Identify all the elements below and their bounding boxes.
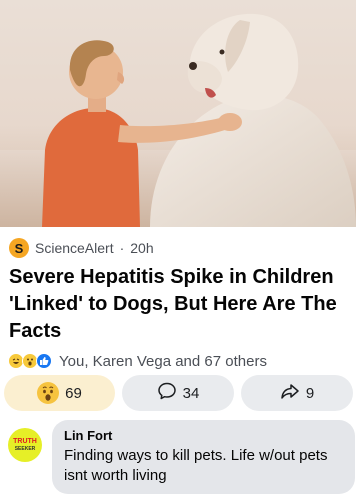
share-button[interactable]: 9 xyxy=(241,375,353,411)
avatar[interactable]: TRUTH SEEKER xyxy=(8,428,42,462)
like-thumb-icon xyxy=(36,353,52,369)
separator-dot: · xyxy=(119,240,125,256)
post-source[interactable]: S ScienceAlert · 20h xyxy=(9,238,154,258)
reaction-icons xyxy=(8,353,52,369)
avatar-line1: TRUTH xyxy=(13,438,37,445)
post-time[interactable]: 20h xyxy=(130,240,153,256)
comment-author[interactable]: Lin Fort xyxy=(64,428,343,444)
comment: TRUTH SEEKER Lin Fort Finding ways to ki… xyxy=(0,416,356,500)
source-logo-letter: S xyxy=(14,240,24,256)
react-count: 69 xyxy=(65,384,82,402)
post-headline[interactable]: Severe Hepatitis Spike in Children 'Link… xyxy=(9,264,353,345)
share-count: 9 xyxy=(305,384,315,402)
wow-emoji-icon xyxy=(37,382,60,404)
comment-bubble-icon xyxy=(157,381,177,405)
post-image[interactable] xyxy=(0,0,356,227)
source-name[interactable]: ScienceAlert xyxy=(35,240,114,256)
share-arrow-icon xyxy=(280,381,300,405)
comment-count: 34 xyxy=(182,384,200,402)
comment-text: Finding ways to kill pets. Life w/out pe… xyxy=(64,447,328,484)
comment-bubble[interactable]: Lin Fort Finding ways to kill pets. Life… xyxy=(52,420,355,494)
avatar-line2: SEEKER xyxy=(14,446,36,452)
reactions-summary-text[interactable]: You, Karen Vega and 67 others xyxy=(59,353,267,370)
comment-button[interactable]: 34 xyxy=(122,375,234,411)
sciencealert-logo: S xyxy=(9,238,29,258)
react-button[interactable]: 69 xyxy=(4,375,115,411)
boy-with-dog-photo xyxy=(0,13,356,227)
reactions-summary[interactable]: You, Karen Vega and 67 others xyxy=(8,350,267,372)
